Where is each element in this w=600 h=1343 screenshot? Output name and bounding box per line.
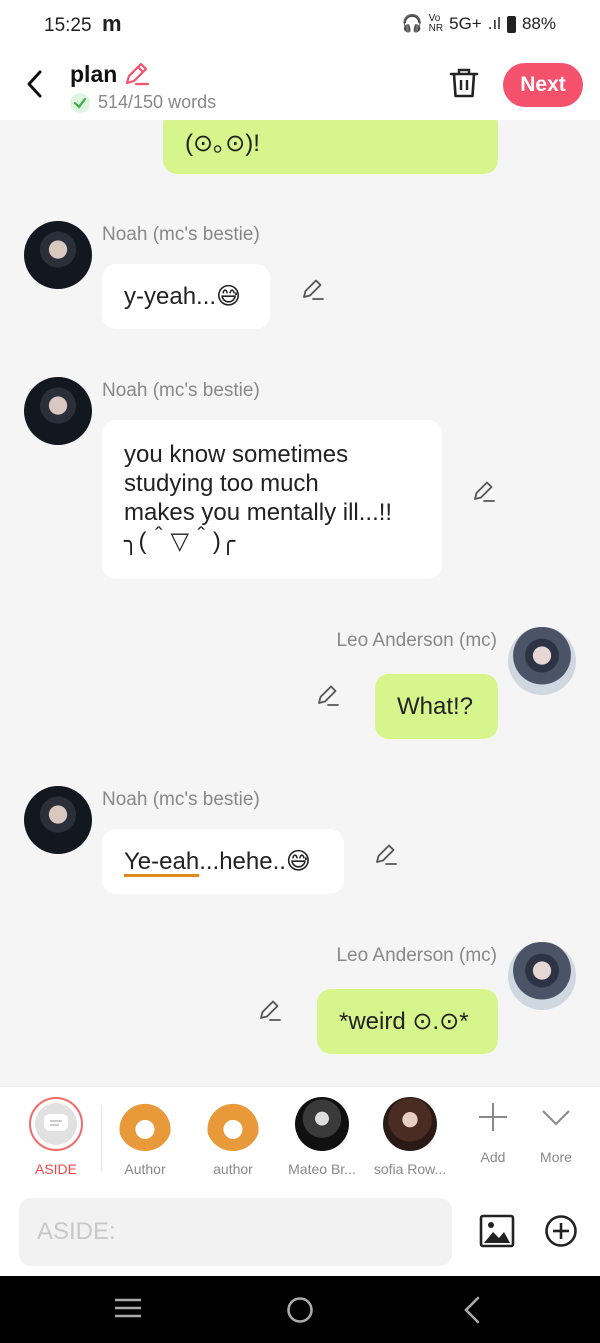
- message-text: *weird ⊙.⊙*: [339, 1008, 469, 1035]
- chat-area[interactable]: (⊙｡⊙)! Noah (mc's bestie) y-yeah...😅 Noa…: [0, 120, 600, 1086]
- message-bubble[interactable]: Ye-eah...hehe..😅: [102, 829, 344, 894]
- character-label: author: [213, 1161, 253, 1177]
- divider: [101, 1105, 102, 1171]
- character-author-2[interactable]: author: [193, 1097, 273, 1177]
- message-text: Ye-eah...hehe..😅: [124, 847, 311, 876]
- volte-icon: Vo NR: [428, 13, 444, 34]
- edit-message-icon[interactable]: [315, 683, 341, 709]
- doge-avatar-icon: [118, 1097, 172, 1151]
- character-author[interactable]: Author: [105, 1097, 185, 1177]
- clock: 15:25: [44, 15, 92, 36]
- back-arrow-icon[interactable]: [22, 66, 50, 102]
- trash-icon[interactable]: [448, 66, 480, 100]
- more-label: More: [540, 1149, 572, 1165]
- character-label: Author: [124, 1161, 166, 1177]
- sender-name: Noah (mc's bestie): [102, 224, 260, 245]
- character-label: sofia Row...: [373, 1161, 447, 1177]
- story-title[interactable]: plan: [70, 61, 117, 88]
- next-button[interactable]: Next: [503, 63, 583, 107]
- add-label: Add: [480, 1149, 506, 1165]
- message-text: What!?: [397, 693, 474, 720]
- back-icon[interactable]: [462, 1296, 482, 1324]
- edit-message-icon[interactable]: [257, 998, 283, 1024]
- character-sofia[interactable]: sofia Row...: [370, 1097, 450, 1177]
- message-text: (⊙｡⊙)!: [185, 130, 260, 157]
- recent-apps-icon[interactable]: [114, 1296, 142, 1320]
- avatar-noah[interactable]: [24, 377, 92, 445]
- message-bubble[interactable]: *weird ⊙.⊙*: [317, 989, 498, 1054]
- aside-icon: [29, 1097, 83, 1151]
- spellcheck-underlined-text: Ye-eah: [124, 848, 200, 875]
- plus-circle-icon[interactable]: [544, 1214, 578, 1248]
- headphones-icon: 🎧: [401, 14, 423, 33]
- status-bar: 15:25 m 🎧 Vo NR 5G+ .ıl 88%: [0, 0, 600, 52]
- check-icon: [70, 92, 90, 113]
- message-text: y-yeah...😅: [124, 283, 242, 310]
- status-icons: 🎧 Vo NR 5G+ .ıl 88%: [402, 14, 557, 34]
- avatar-noah[interactable]: [24, 786, 92, 854]
- signal-icon: .ıl: [487, 14, 501, 33]
- chevron-down-icon: [542, 1110, 570, 1126]
- sender-name: Leo Anderson (mc): [336, 945, 497, 966]
- top-bar: plan 514/150 words Next: [0, 52, 600, 120]
- home-icon[interactable]: [286, 1296, 314, 1324]
- system-nav-bar: [0, 1276, 600, 1343]
- edit-message-icon[interactable]: [471, 479, 497, 505]
- edit-message-icon[interactable]: [300, 277, 326, 303]
- edit-title-icon[interactable]: [122, 60, 150, 88]
- avatar-leo[interactable]: [508, 627, 576, 695]
- plus-icon: [479, 1103, 507, 1131]
- doge-avatar-icon: [206, 1097, 260, 1151]
- character-label: ASIDE: [34, 1161, 77, 1177]
- edit-message-icon[interactable]: [373, 842, 399, 868]
- avatar-leo[interactable]: [508, 942, 576, 1010]
- network-label: 5G+: [449, 14, 482, 33]
- word-count-text: 514/150 words: [98, 92, 217, 112]
- character-label: Mateo Br...: [288, 1161, 356, 1177]
- more-button[interactable]: More: [526, 1101, 586, 1165]
- avatar-noah[interactable]: [24, 221, 92, 289]
- battery-level: 88%: [521, 14, 556, 33]
- character-mateo[interactable]: Mateo Br...: [282, 1097, 362, 1177]
- character-selector: ASIDE Author author Mateo Br... sofia Ro…: [0, 1086, 600, 1189]
- message-bubble[interactable]: (⊙｡⊙)!: [163, 120, 498, 174]
- battery-icon: [506, 15, 516, 33]
- sender-name: Noah (mc's bestie): [102, 380, 260, 401]
- carrier-icon: m: [102, 11, 122, 36]
- character-aside[interactable]: ASIDE: [16, 1097, 96, 1177]
- message-text: you know sometimes studying too much mak…: [124, 441, 393, 555]
- message-input[interactable]: [19, 1198, 452, 1266]
- sender-name: Noah (mc's bestie): [102, 789, 260, 810]
- sofia-avatar: [383, 1097, 437, 1151]
- message-bubble[interactable]: you know sometimes studying too much mak…: [102, 420, 442, 579]
- image-icon[interactable]: [479, 1214, 515, 1248]
- message-text-rest: ...hehe..😅: [199, 848, 311, 875]
- word-count: 514/150 words: [70, 92, 216, 113]
- sender-name: Leo Anderson (mc): [336, 630, 497, 651]
- message-bubble[interactable]: What!?: [375, 674, 498, 739]
- message-bubble[interactable]: y-yeah...😅: [102, 264, 270, 329]
- add-character-button[interactable]: Add: [463, 1101, 523, 1165]
- mateo-avatar: [295, 1097, 349, 1151]
- composer: [0, 1188, 600, 1276]
